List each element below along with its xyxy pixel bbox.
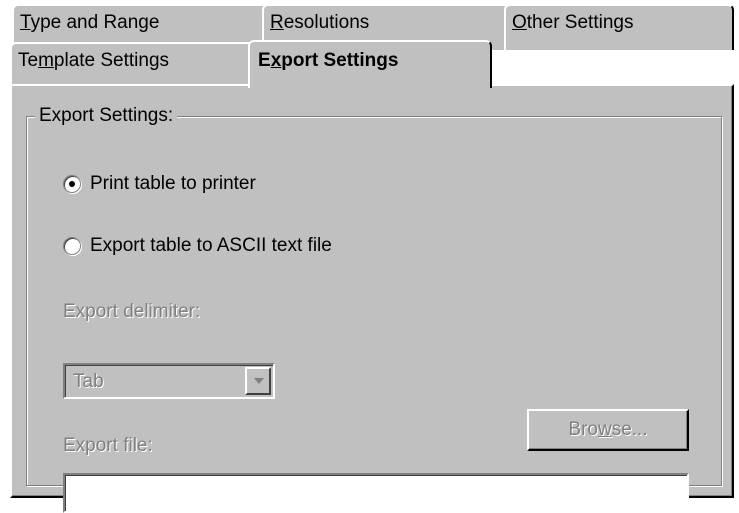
tab-panel-export-settings: Export Settings: Print table to printer …	[10, 84, 734, 513]
combo-value: Tab	[73, 371, 104, 392]
tab-label: Type and Range	[20, 12, 160, 33]
tab-label: Template Settings	[18, 50, 170, 71]
tab-label: Export Settings	[258, 50, 399, 71]
radio-label: Export table to ASCII text file	[90, 235, 332, 256]
chevron-down-icon	[254, 378, 264, 384]
combo-dropdown-button[interactable]	[245, 367, 271, 395]
tab-label: Resolutions	[270, 12, 370, 33]
radio-label: Print table to printer	[90, 173, 256, 194]
tab-other-settings[interactable]: Other Settings	[504, 4, 734, 50]
export-ascii-radio[interactable]: Export table to ASCII text file	[63, 235, 332, 257]
export-delimiter-label: Export delimiter:	[63, 301, 201, 322]
radio-checked-dot	[69, 181, 75, 187]
tab-label: Other Settings	[512, 12, 634, 33]
browse-button[interactable]: Browse...	[527, 409, 689, 451]
radio-button[interactable]	[63, 237, 81, 255]
export-settings-group: Export Settings: Print table to printer …	[26, 105, 722, 513]
group-legend: Export Settings:	[35, 105, 178, 127]
radio-button[interactable]	[63, 175, 81, 193]
export-file-input[interactable]	[63, 473, 689, 513]
browse-label: Browse...	[568, 419, 648, 440]
print-table-radio[interactable]: Print table to printer	[63, 173, 256, 195]
export-file-label: Export file:	[63, 435, 153, 456]
tab-template-settings[interactable]: Template Settings	[10, 42, 254, 86]
export-delimiter-combobox[interactable]: Tab	[63, 363, 275, 399]
tab-export-settings[interactable]: Export Settings	[248, 40, 492, 88]
